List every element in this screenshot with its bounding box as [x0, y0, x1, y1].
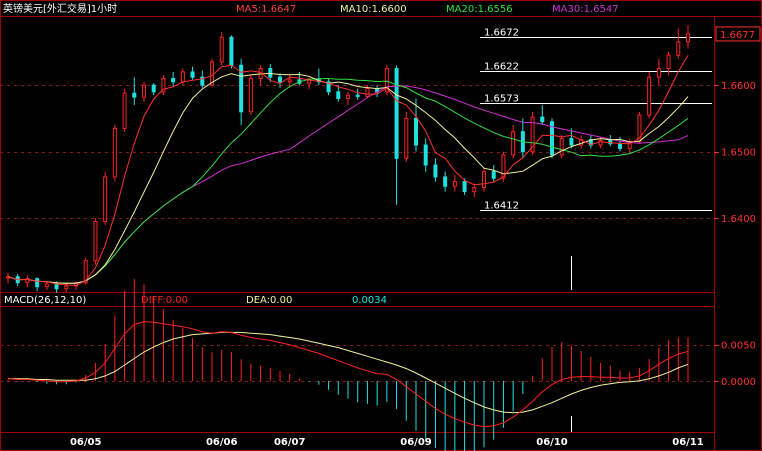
candlesticks: [6, 25, 690, 293]
candle-body: [112, 127, 117, 178]
candle-body: [248, 78, 253, 113]
legend-ma10: MA10:1.6600: [340, 4, 407, 15]
candle-body: [365, 88, 370, 97]
legend-ma30: MA30:1.6547: [552, 4, 619, 15]
date-label: 06/05: [70, 437, 102, 448]
candle-body: [686, 33, 690, 43]
candle-body: [54, 283, 59, 290]
candle-body: [666, 54, 671, 70]
date-axis-labels: 06/05 06/06 06/07 06/09 06/10 06/11: [70, 437, 704, 448]
level-label: 1.6622: [484, 62, 519, 73]
dea-line: [8, 331, 689, 414]
level-label: 1.6412: [484, 201, 519, 212]
macd-legend-dea: DEA:0.00: [246, 295, 292, 306]
candle-body: [569, 137, 574, 146]
last-price-label: 1.6677: [720, 30, 755, 41]
ma30-line: [7, 85, 689, 284]
macd-tick-label: 0.0050: [721, 341, 756, 352]
candle-body: [132, 92, 137, 98]
candle-body: [151, 84, 156, 93]
candle-body: [180, 71, 185, 83]
macd-legend-name: MACD(26,12,10): [4, 295, 86, 306]
candle-body: [171, 78, 176, 83]
chart-canvas[interactable]: 英镑美元[外汇交易]1小时 MA5:1.6647 MA10:1.6600 MA2…: [0, 0, 762, 451]
candle-body: [414, 117, 418, 146]
macd-legend-diff: DIFF:0.00: [141, 295, 188, 306]
level-label: 1.6672: [484, 28, 519, 39]
candle-body: [122, 92, 127, 129]
candle-body: [394, 68, 399, 159]
candle-body: [44, 283, 49, 288]
candle-body: [443, 176, 448, 187]
candle-body: [423, 144, 428, 166]
candle-body: [472, 187, 477, 193]
macd-lines: [7, 321, 689, 428]
date-label: 06/07: [274, 437, 306, 448]
candle-body: [598, 139, 603, 146]
ma-legend: MA5:1.6647 MA10:1.6600 MA20:1.6556 MA30:…: [236, 4, 619, 15]
candle-body: [482, 171, 486, 189]
price-tick-label: 1.6600: [721, 81, 756, 92]
candle-body: [511, 131, 516, 156]
candle-body: [64, 285, 69, 290]
price-tick-label: 1.6500: [721, 148, 756, 159]
candle-body: [219, 36, 224, 63]
candle-body: [618, 143, 622, 149]
candle-body: [93, 221, 98, 262]
macd-legend: MACD(26,12,10) DIFF:0.00 DEA:0.00 0.0034: [4, 295, 387, 306]
candle-body: [404, 117, 409, 159]
candle-body: [287, 79, 292, 83]
candle-body: [656, 68, 661, 78]
candle-body: [346, 94, 350, 99]
ma5-line: [7, 55, 689, 287]
candle-body: [278, 76, 282, 83]
date-label: 06/06: [206, 437, 238, 448]
candle-body: [491, 171, 496, 179]
macd-grid: [0, 345, 714, 382]
candle-body: [647, 76, 652, 116]
candle-body: [452, 181, 457, 187]
candle-body: [190, 71, 195, 78]
candle-body: [462, 181, 467, 193]
legend-ma5: MA5:1.6647: [236, 4, 296, 15]
date-label: 06/11: [672, 437, 704, 448]
candle-body: [433, 164, 438, 178]
candle-body: [103, 176, 108, 223]
macd-tick-label: 0.0000: [721, 377, 756, 388]
candle-body: [142, 84, 146, 98]
date-label: 06/09: [400, 437, 432, 448]
chart-frame: [0, 0, 762, 451]
candle-body: [229, 36, 234, 66]
moving-average-lines: [7, 55, 689, 287]
price-axis-labels: 1.6600 1.6500 1.6400 0.0050 0.0000 1.6677: [714, 26, 761, 388]
candle-body: [268, 68, 273, 78]
date-label: 06/10: [536, 437, 568, 448]
ma20-line: [7, 77, 689, 284]
candle-body: [559, 137, 564, 156]
level-label: 1.6573: [484, 94, 519, 105]
candle-body: [676, 41, 681, 56]
candle-body: [540, 116, 545, 123]
price-tick-label: 1.6400: [721, 214, 756, 225]
candle-body: [35, 278, 40, 288]
legend-ma20: MA20:1.6556: [446, 4, 513, 15]
candle-body: [336, 91, 341, 99]
candle-body: [355, 94, 360, 97]
forex-chart-window: 英镑美元[外汇交易]1小时 MA5:1.6647 MA10:1.6600 MA2…: [0, 0, 762, 451]
macd-legend-hist: 0.0034: [352, 295, 387, 306]
chart-title: 英镑美元[外汇交易]1小时: [3, 2, 117, 15]
macd-histogram: [7, 279, 689, 451]
